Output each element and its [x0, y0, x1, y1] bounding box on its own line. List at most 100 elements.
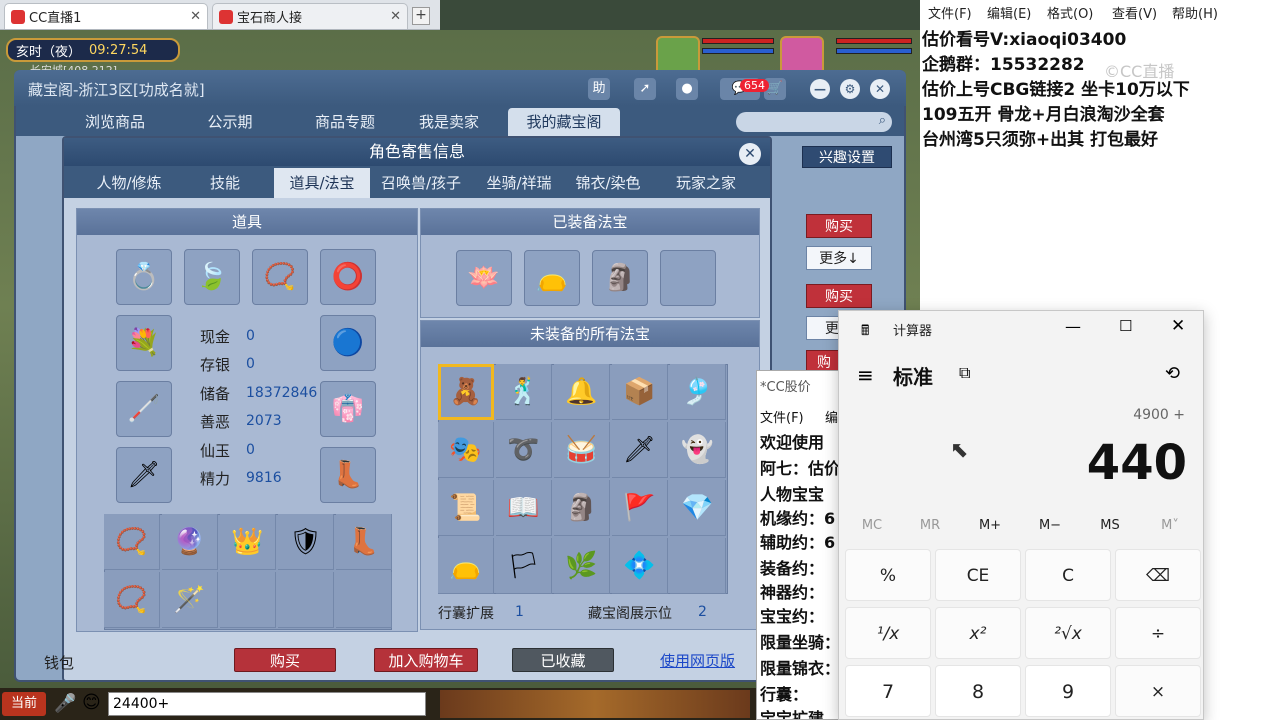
browser-tab-gem-merchant[interactable]: 宝石商人接 ✕	[212, 3, 408, 29]
interest-settings-button[interactable]: 兴趣设置	[802, 146, 892, 168]
chat-input[interactable]: 24400+	[108, 692, 426, 716]
jade-bangle-item-icon[interactable]: 🔵	[320, 315, 376, 371]
amulet-item-icon[interactable]: 📿	[252, 249, 308, 305]
pinwheel-treasure-icon[interactable]: 🎐	[670, 364, 726, 420]
clear-entry-button[interactable]: CE	[935, 549, 1021, 601]
empty-treasure-slot[interactable]	[660, 250, 716, 306]
dialog-close-icon[interactable]: ✕	[739, 143, 761, 165]
lotus-treasure-icon[interactable]: 🪷	[456, 250, 512, 306]
memory-recall-button[interactable]: MR	[905, 518, 955, 533]
scroll-treasure-icon[interactable]: 📜	[438, 480, 494, 536]
statue-treasure-icon[interactable]: 🗿	[592, 250, 648, 306]
jade-necklace-item-icon[interactable]: 📿	[104, 572, 160, 628]
pendant-item-icon[interactable]: 🔮	[162, 514, 218, 570]
empty-treasure-slot[interactable]	[670, 538, 726, 594]
gem-treasure-icon[interactable]: 💎	[670, 480, 726, 536]
digit-8-button[interactable]: 8	[935, 665, 1021, 717]
multiply-button[interactable]: ×	[1115, 665, 1201, 717]
history-icon[interactable]: ⟲	[1165, 363, 1180, 384]
empty-slot[interactable]	[336, 572, 392, 628]
pouch-treasure-icon[interactable]: 👝	[438, 538, 494, 594]
notepad2-menu-edit[interactable]: 编	[825, 407, 838, 426]
minimize-icon[interactable]: —	[810, 79, 830, 99]
crown-item-icon[interactable]: 👑	[220, 514, 276, 570]
collected-button[interactable]: 已收藏	[512, 648, 614, 672]
armor-item-icon[interactable]: 🛡	[278, 514, 334, 570]
tab-my-pavilion[interactable]: 我的藏宝阁	[508, 108, 620, 136]
tab-summons[interactable]: 召唤兽/孩子	[372, 168, 470, 198]
divide-button[interactable]: ÷	[1115, 607, 1201, 659]
tab-public[interactable]: 公示期	[180, 108, 280, 136]
tab-mounts[interactable]: 坐骑/祥瑞	[474, 168, 564, 198]
close-tab-icon[interactable]: ✕	[390, 9, 401, 24]
bracelet-item-icon[interactable]: ⭕	[320, 249, 376, 305]
statue-treasure-icon[interactable]: 🗿	[554, 480, 610, 536]
memory-subtract-button[interactable]: M−	[1025, 518, 1075, 533]
close-tab-icon[interactable]: ✕	[190, 9, 201, 24]
browser-tab-cc-live[interactable]: CC直播1 ✕	[4, 3, 208, 29]
necklace-item-icon[interactable]: 📿	[104, 514, 160, 570]
box-treasure-icon[interactable]: 📦	[612, 364, 668, 420]
memory-store-button[interactable]: MS	[1085, 518, 1135, 533]
spirit-treasure-icon[interactable]: 👻	[670, 422, 726, 478]
sword-treasure-icon[interactable]: 🗡	[612, 422, 668, 478]
add-to-cart-button[interactable]: 加入购物车	[374, 648, 478, 672]
hairpin-item-icon[interactable]: 🗡	[116, 447, 172, 503]
reciprocal-button[interactable]: ¹/x	[845, 607, 931, 659]
menu-help[interactable]: 帮助(H)	[1172, 3, 1218, 22]
empty-slot[interactable]	[278, 572, 334, 628]
record-icon[interactable]: ●	[676, 78, 698, 100]
tab-items[interactable]: 道具/法宝	[274, 168, 370, 198]
tab-seller[interactable]: 我是卖家	[404, 108, 494, 136]
staff-item-icon[interactable]: 🦯	[116, 381, 172, 437]
menu-format[interactable]: 格式(O)	[1047, 3, 1093, 22]
flag-treasure-icon[interactable]: 🚩	[612, 480, 668, 536]
microphone-icon[interactable]: 🎤	[54, 693, 76, 714]
buy-button-side[interactable]: 购买	[806, 284, 872, 308]
digit-9-button[interactable]: 9	[1025, 665, 1111, 717]
skill-shortcut-bar[interactable]	[440, 690, 750, 718]
branch-treasure-icon[interactable]: 🌿	[554, 538, 610, 594]
maximize-icon[interactable]: ☐	[1119, 317, 1132, 335]
book-treasure-icon[interactable]: 📖	[496, 480, 552, 536]
leaf-item-icon[interactable]: 🍃	[184, 249, 240, 305]
menu-file[interactable]: 文件(F)	[928, 3, 972, 22]
mask-treasure-icon[interactable]: 🎭	[438, 422, 494, 478]
bell-treasure-icon[interactable]: 🔔	[554, 364, 610, 420]
pouch-treasure-icon[interactable]: 👝	[524, 250, 580, 306]
settings-gear-icon[interactable]: ⚙	[840, 79, 860, 99]
boots-item-icon[interactable]: 👢	[336, 514, 392, 570]
clear-button[interactable]: C	[1025, 549, 1111, 601]
notepad2-menu-file[interactable]: 文件(F)	[760, 407, 804, 426]
close-window-icon[interactable]: ✕	[870, 79, 890, 99]
new-tab-button[interactable]: +	[412, 7, 430, 25]
memory-add-button[interactable]: M+	[965, 518, 1015, 533]
buy-button-side[interactable]: 购买	[806, 214, 872, 238]
memory-list-button[interactable]: M˅	[1145, 518, 1195, 533]
tab-outfits[interactable]: 锦衣/染色	[568, 168, 648, 198]
tab-home[interactable]: 玩家之家	[660, 168, 752, 198]
crystal-treasure-icon[interactable]: 💠	[612, 538, 668, 594]
chat-channel-button[interactable]: 当前	[2, 692, 46, 716]
buy-button[interactable]: 购买	[234, 648, 336, 672]
empty-slot[interactable]	[220, 572, 276, 628]
ring-item-icon[interactable]: 💍	[116, 249, 172, 305]
flower-staff-item-icon[interactable]: 💐	[116, 315, 172, 371]
minimize-icon[interactable]: —	[1065, 317, 1081, 336]
keep-on-top-icon[interactable]: ⧉	[959, 363, 970, 383]
puppet-treasure-icon[interactable]: 🕺	[496, 364, 552, 420]
tab-skills[interactable]: 技能	[192, 168, 258, 198]
percent-button[interactable]: %	[845, 549, 931, 601]
tab-character[interactable]: 人物/修炼	[84, 168, 174, 198]
digit-7-button[interactable]: 7	[845, 665, 931, 717]
use-web-version-link[interactable]: 使用网页版	[660, 650, 735, 671]
drum-treasure-icon[interactable]: 🥁	[554, 422, 610, 478]
tab-topics[interactable]: 商品专题	[290, 108, 400, 136]
help-icon[interactable]: 助	[588, 78, 610, 100]
tab-browse[interactable]: 浏览商品	[62, 108, 168, 136]
hamburger-menu-icon[interactable]: ≡	[857, 363, 874, 387]
square-button[interactable]: x²	[935, 607, 1021, 659]
memory-clear-button[interactable]: MC	[847, 518, 897, 533]
emoji-icon[interactable]: 😊	[82, 692, 101, 713]
robe-item-icon[interactable]: 👘	[320, 381, 376, 437]
